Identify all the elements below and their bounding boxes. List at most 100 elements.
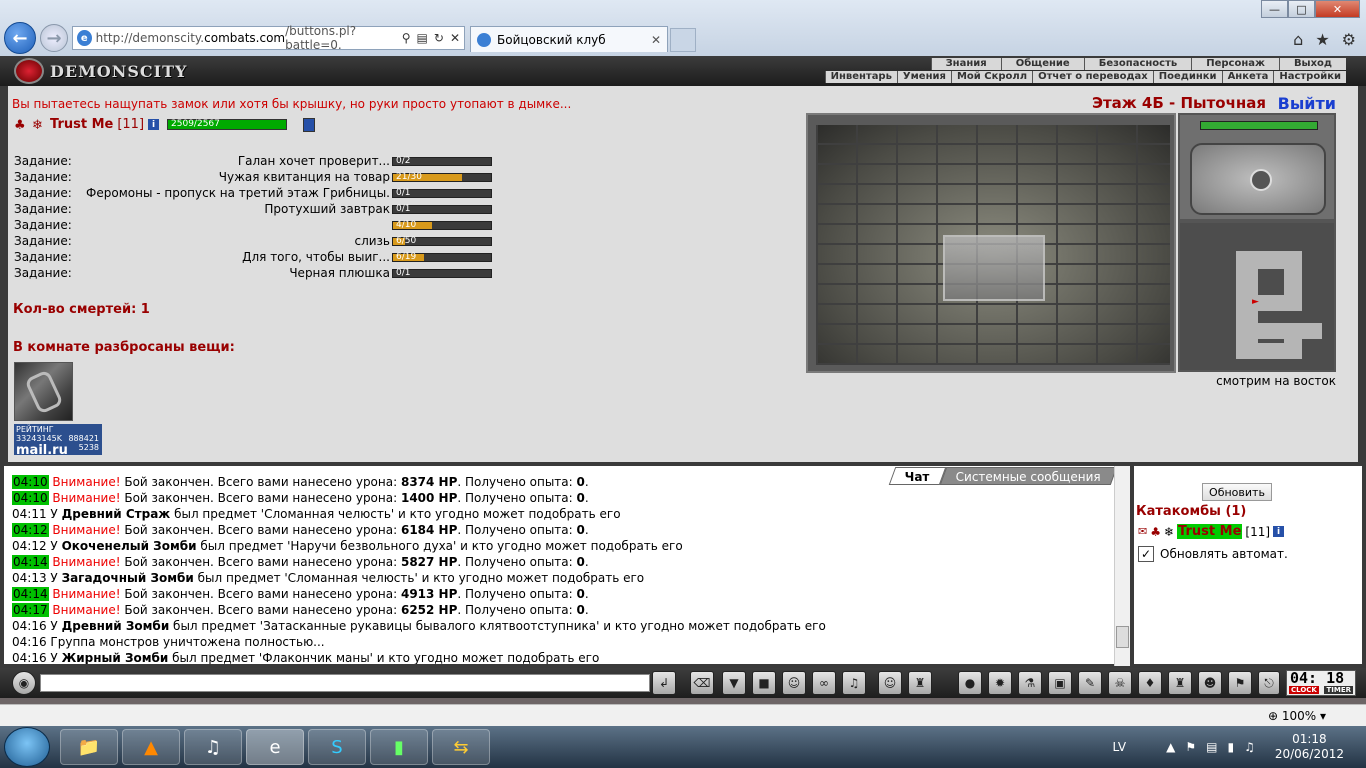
chat-mode-icon[interactable]: ◉ bbox=[12, 671, 36, 695]
send-icon[interactable]: ↲ bbox=[652, 671, 676, 695]
chest-object[interactable] bbox=[943, 235, 1045, 301]
zoom-level[interactable]: ⊕ 100% ▾ bbox=[1268, 709, 1326, 723]
scroll-icon[interactable]: ✎ bbox=[1078, 671, 1102, 695]
skype-icon[interactable]: S bbox=[308, 729, 366, 765]
menu-knowledge[interactable]: Знания bbox=[930, 58, 1001, 70]
start-button[interactable] bbox=[4, 727, 50, 767]
room-character-name[interactable]: Trust Me bbox=[1177, 524, 1243, 539]
chat-timestamp[interactable]: 04:17 bbox=[12, 603, 49, 617]
chat-timestamp[interactable]: 04:16 bbox=[12, 619, 47, 633]
chat-monster-name[interactable]: Древний Страж bbox=[62, 507, 171, 521]
music-icon[interactable]: ♫ bbox=[842, 671, 866, 695]
refresh-icon[interactable]: ↻ bbox=[434, 31, 444, 45]
mailru-counter[interactable]: РЕЙТИНГ 33243145K mail.ru 888421 5238 bbox=[14, 424, 102, 458]
submenu-settings[interactable]: Настройки bbox=[1273, 71, 1346, 83]
helmet-icon[interactable]: ♜ bbox=[908, 671, 932, 695]
chat-monster-name[interactable]: Жирный Зомби bbox=[62, 651, 169, 664]
forward-button[interactable]: → bbox=[40, 24, 68, 52]
turn-icon[interactable] bbox=[1250, 169, 1272, 191]
smile-icon[interactable]: ☺ bbox=[878, 671, 902, 695]
browser-tab[interactable]: Бойцовский клуб ✕ bbox=[470, 26, 668, 52]
pl-icon[interactable]: ∞ bbox=[812, 671, 836, 695]
tab-close-icon[interactable]: ✕ bbox=[651, 33, 661, 47]
submenu-profile[interactable]: Анкета bbox=[1221, 71, 1274, 83]
address-bar[interactable]: e http://demonscity. combats.com/buttons.… bbox=[72, 24, 465, 52]
scroll-thumb[interactable] bbox=[1116, 626, 1129, 648]
menu-security[interactable]: Безопасность bbox=[1083, 58, 1192, 70]
chat-monster-name[interactable]: Древний Зомби bbox=[62, 619, 170, 633]
language-indicator[interactable]: LV bbox=[1113, 740, 1127, 754]
vlc-icon[interactable]: ▲ bbox=[122, 729, 180, 765]
filter-icon[interactable]: ▼ bbox=[722, 671, 746, 695]
compat-icon[interactable]: ▤ bbox=[417, 31, 428, 45]
menu-character[interactable]: Персонаж bbox=[1191, 58, 1279, 70]
chat-timestamp[interactable]: 04:11 bbox=[12, 507, 47, 521]
sync-icon[interactable]: ⇆ bbox=[432, 729, 490, 765]
favorites-star-icon[interactable]: ★ bbox=[1315, 30, 1329, 49]
armor-icon[interactable]: ♦ bbox=[1138, 671, 1162, 695]
flag-tray-icon[interactable]: ⚑ bbox=[1185, 740, 1196, 754]
settings-gear-icon[interactable]: ⚙ bbox=[1342, 30, 1356, 49]
chat-input[interactable] bbox=[40, 674, 650, 692]
search-icon[interactable]: ⚲ bbox=[402, 31, 411, 45]
person-icon[interactable]: ☺ bbox=[782, 671, 806, 695]
eraser-icon[interactable]: ⌫ bbox=[690, 671, 714, 695]
chat-monster-name[interactable]: Загадочный Зомби bbox=[62, 571, 194, 585]
auto-refresh-checkbox[interactable]: ✓ bbox=[1138, 546, 1154, 562]
home-icon[interactable]: ⌂ bbox=[1293, 30, 1303, 49]
device-icon[interactable]: ▤ bbox=[1206, 740, 1217, 754]
ie-taskbar-icon[interactable]: e bbox=[246, 729, 304, 765]
private-icon[interactable]: ✉ bbox=[1138, 525, 1147, 538]
tab-system[interactable]: Системные сообщения bbox=[939, 467, 1117, 485]
submenu-battles[interactable]: Поединки bbox=[1152, 71, 1222, 83]
tab-chat[interactable]: Чат bbox=[888, 467, 947, 485]
submenu-inventory[interactable]: Инвентарь bbox=[824, 71, 897, 83]
item-jaw-icon[interactable] bbox=[14, 362, 73, 421]
clock-label[interactable]: CLOCK bbox=[1289, 686, 1319, 694]
task-description[interactable]: Чужая квитанция на товар bbox=[74, 170, 392, 184]
chat-timestamp[interactable]: 04:12 bbox=[12, 539, 47, 553]
timer-label[interactable]: TIMER bbox=[1324, 686, 1353, 694]
potion-icon[interactable]: ⚗ bbox=[1018, 671, 1042, 695]
chat-timestamp[interactable]: 04:16 bbox=[12, 651, 47, 664]
submenu-skills[interactable]: Умения bbox=[896, 71, 951, 83]
task-description[interactable]: Черная плюшка bbox=[74, 266, 392, 280]
chat-scrollbar[interactable] bbox=[1114, 466, 1130, 666]
task-description[interactable]: слизь bbox=[74, 234, 392, 248]
chest-icon[interactable]: ▣ bbox=[1048, 671, 1072, 695]
menu-communication[interactable]: Общение bbox=[1000, 58, 1084, 70]
chat-timestamp[interactable]: 04:10 bbox=[12, 491, 49, 505]
task-description[interactable]: Феромоны - пропуск на третий этаж Грибни… bbox=[74, 186, 392, 200]
chat-monster-name[interactable]: Окоченелый Зомби bbox=[62, 539, 197, 553]
task-description[interactable]: Галан хочет проверит... bbox=[74, 154, 392, 168]
itunes-icon[interactable]: ♫ bbox=[184, 729, 242, 765]
chat-timestamp[interactable]: 04:14 bbox=[12, 587, 49, 601]
task-description[interactable]: Для того, чтобы выиг... bbox=[74, 250, 392, 264]
castle-icon[interactable]: ♜ bbox=[1168, 671, 1192, 695]
exit-icon[interactable]: ⎋ bbox=[1258, 671, 1280, 695]
maximize-button[interactable]: □ bbox=[1288, 0, 1315, 18]
chat-timestamp[interactable]: 04:10 bbox=[12, 475, 49, 489]
new-tab-button[interactable] bbox=[670, 28, 696, 52]
stop-icon[interactable]: ✕ bbox=[450, 31, 460, 45]
flag-toolbar-icon[interactable]: ⚑ bbox=[1228, 671, 1252, 695]
back-button[interactable]: ← bbox=[4, 22, 36, 54]
flag-icon[interactable] bbox=[303, 117, 316, 132]
volume-icon[interactable]: ♫ bbox=[1244, 740, 1255, 754]
close-window-button[interactable]: ✕ bbox=[1315, 0, 1360, 18]
submenu-scroll[interactable]: Мой Скролл bbox=[950, 71, 1032, 83]
chat-timestamp[interactable]: 04:16 bbox=[12, 635, 47, 649]
exit-link[interactable]: Выйти bbox=[1278, 94, 1336, 113]
explorer-icon[interactable]: 📁 bbox=[60, 729, 118, 765]
info-icon[interactable]: i bbox=[148, 119, 160, 130]
game-client-icon[interactable]: ▮ bbox=[370, 729, 428, 765]
direction-pad[interactable] bbox=[1190, 143, 1326, 215]
skull-icon[interactable]: ☠ bbox=[1108, 671, 1132, 695]
submenu-transfers[interactable]: Отчет о переводах bbox=[1032, 71, 1153, 83]
character-name[interactable]: Trust Me bbox=[50, 117, 113, 132]
menu-exit[interactable]: Выход bbox=[1278, 58, 1346, 70]
group-icon[interactable]: ☻ bbox=[1198, 671, 1222, 695]
tray-arrow-icon[interactable]: ▲ bbox=[1166, 740, 1175, 754]
room-info-icon[interactable]: i bbox=[1273, 526, 1285, 537]
fire-icon[interactable]: ✹ bbox=[988, 671, 1012, 695]
